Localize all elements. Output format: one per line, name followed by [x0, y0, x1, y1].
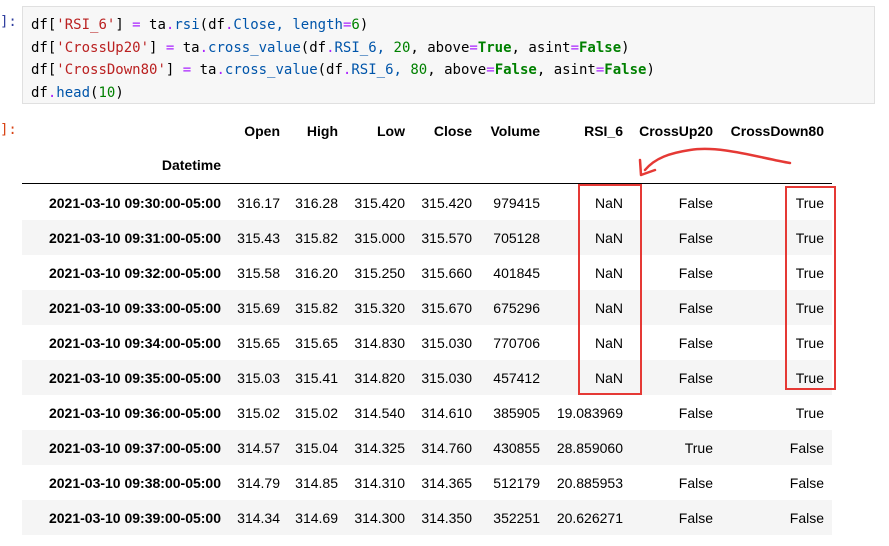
annotation-arrow: [638, 147, 792, 177]
rsi-nan-highlight-box: [578, 184, 642, 395]
crossdown80-true-highlight-box: [785, 186, 836, 390]
